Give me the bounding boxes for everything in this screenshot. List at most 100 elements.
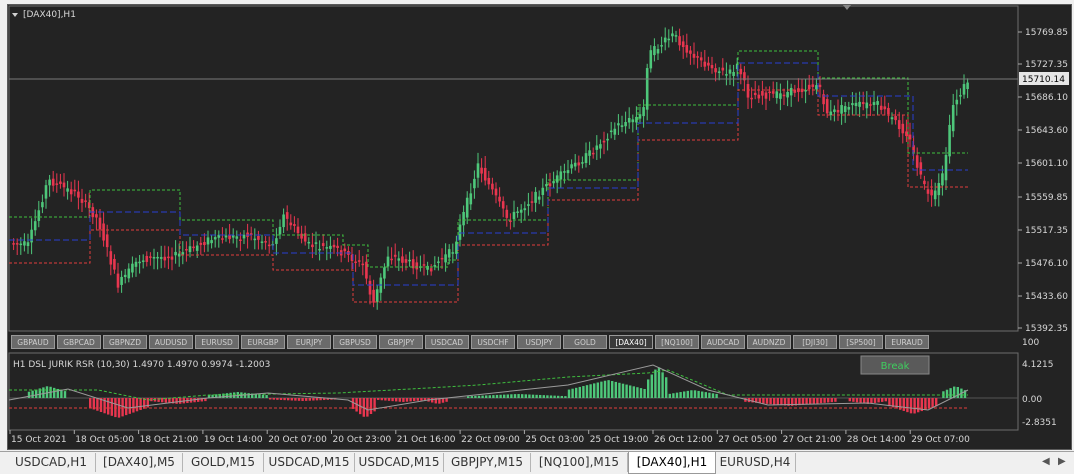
- histogram-bar: [607, 380, 610, 398]
- chart-tab[interactable]: [DAX40],M5: [96, 453, 183, 472]
- histogram-bar: [467, 396, 470, 398]
- histogram-bar: [647, 379, 650, 398]
- histogram-bar: [909, 398, 913, 414]
- chart-tab[interactable]: GBPJPY,M15: [444, 453, 531, 472]
- candle-body: [678, 36, 681, 46]
- time-tick-label: 15 Oct 2021: [11, 435, 67, 445]
- candle-body: [401, 256, 404, 263]
- price-tick-label: 15769.85: [1025, 28, 1068, 38]
- candle-body: [642, 107, 645, 117]
- candle-body: [329, 245, 332, 249]
- tab-scroll-right-icon[interactable]: ▶: [1058, 456, 1066, 467]
- histogram-bar: [485, 395, 488, 398]
- symbol-button-audusd[interactable]: AUDUSD: [149, 335, 193, 349]
- chart-tab[interactable]: [DAX40],H1: [628, 452, 716, 474]
- time-scale: 15 Oct 2021 18 Oct 05:00 18 Oct 21:00 19 Oc…: [9, 430, 970, 445]
- candle-body: [613, 128, 617, 135]
- candle-body: [739, 68, 743, 75]
- candle-body: [447, 249, 451, 258]
- price-chart[interactable]: 15769.85 15727.35 15686.10 15643.60 15601.10…: [8, 5, 1071, 449]
- symbol-button-dax40[interactable]: [DAX40]: [609, 335, 653, 349]
- histogram-bar: [564, 396, 567, 398]
- candle-body: [455, 241, 458, 254]
- symbol-button-gbpcad[interactable]: GBPCAD: [57, 335, 101, 349]
- chart-tab[interactable]: EURUSD,H4: [715, 453, 796, 472]
- histogram-bar: [812, 398, 815, 404]
- candle-body: [159, 257, 163, 259]
- candle-body: [750, 97, 753, 100]
- symbol-button-audnzd[interactable]: AUDNZD: [747, 335, 791, 349]
- chart-tab[interactable]: USDCAD,M15: [264, 453, 355, 472]
- histogram-bar: [63, 391, 67, 398]
- symbol-button-nq100[interactable]: [NQ100]: [655, 335, 699, 349]
- histogram-bar: [402, 398, 405, 402]
- symbol-button-gbpusd[interactable]: GBPUSD: [333, 335, 377, 349]
- candle-body: [516, 211, 519, 213]
- symbol-button-dji30[interactable]: [DJI30]: [793, 335, 837, 349]
- candle-body: [901, 123, 905, 134]
- chart-tab[interactable]: [NQ100],M15: [531, 453, 628, 472]
- price-tick-label: 15601.10: [1025, 159, 1068, 169]
- symbol-button-usdjpy[interactable]: USDJPY: [517, 335, 561, 349]
- histogram-bar: [643, 388, 646, 398]
- candle-body: [300, 233, 303, 239]
- candle-body: [786, 92, 789, 98]
- time-tick-label: 26 Oct 12:00: [654, 435, 713, 445]
- candle-body: [519, 209, 523, 213]
- candle-body: [480, 167, 483, 174]
- histogram-bar: [873, 398, 877, 403]
- chart-window[interactable]: 15769.85 15727.35 15686.10 15643.60 15601.10…: [7, 4, 1072, 450]
- candle-body: [37, 210, 41, 221]
- histogram-bar: [701, 391, 704, 398]
- symbol-button-usdchf[interactable]: USDCHF: [471, 335, 515, 349]
- histogram-bar: [675, 392, 679, 398]
- chart-menu-arrow-icon[interactable]: [12, 13, 18, 17]
- histogram-bar: [128, 398, 131, 414]
- candle-body: [415, 262, 419, 270]
- symbol-button-gold[interactable]: GOLD: [563, 335, 607, 349]
- time-tick-label: 18 Oct 05:00: [75, 435, 134, 445]
- chart-tab[interactable]: USDCAD,M15: [355, 453, 444, 472]
- candle-body: [635, 116, 638, 123]
- histogram-bar: [621, 383, 625, 398]
- histogram-bar: [773, 398, 776, 405]
- symbol-button-eurusd[interactable]: EURUSD: [195, 335, 239, 349]
- candle-body: [213, 237, 217, 240]
- candle-body: [865, 102, 869, 109]
- histogram-bar: [585, 385, 589, 398]
- candle-body: [509, 220, 512, 223]
- symbol-button-sp500[interactable]: [SP500]: [839, 335, 883, 349]
- histogram-bar: [297, 398, 301, 401]
- symbol-button-gbpaud[interactable]: GBPAUD: [11, 335, 55, 349]
- chart-tab-bar: USDCAD,H1 [DAX40],M5 GOLD,M15 USDCAD,M15 USD…: [0, 451, 1074, 474]
- candle-body: [260, 241, 264, 243]
- symbol-button-eurjpy[interactable]: EURJPY: [287, 335, 331, 349]
- symbol-button-bar: GBPAUD GBPCAD GBPNZD AUDUSD EURUSD EURGBP EURJ…: [11, 335, 1019, 350]
- time-tick-label: 20 Oct 07:00: [268, 435, 327, 445]
- tab-scroll-left-icon[interactable]: ◀: [1042, 456, 1050, 467]
- histogram-bar: [855, 398, 859, 403]
- candle-body: [703, 61, 707, 67]
- histogram-bar: [391, 398, 394, 402]
- symbol-button-audcad[interactable]: AUDCAD: [701, 335, 745, 349]
- histogram-bar: [229, 392, 232, 398]
- candle-body: [710, 65, 714, 69]
- symbol-button-eurgbp[interactable]: EURGBP: [241, 335, 285, 349]
- histogram-bar: [571, 388, 574, 398]
- chart-shift-marker[interactable]: [843, 5, 851, 10]
- candle-body: [775, 91, 779, 99]
- histogram-bar: [560, 395, 563, 398]
- histogram-bar: [589, 384, 592, 398]
- chart-tab[interactable]: USDCAD,H1: [7, 453, 96, 472]
- histogram-bar: [881, 398, 884, 402]
- symbol-button-euraud[interactable]: EURAUD: [885, 335, 929, 349]
- histogram-bar: [614, 381, 617, 398]
- candle-body: [847, 107, 851, 110]
- histogram-bar: [517, 394, 520, 398]
- histogram-bar: [625, 384, 628, 398]
- symbol-button-usdcad[interactable]: USDCAD: [425, 335, 469, 349]
- symbol-button-gbpnzd[interactable]: GBPNZD: [103, 335, 147, 349]
- candle-body: [631, 119, 635, 123]
- chart-tab[interactable]: GOLD,M15: [183, 453, 264, 472]
- symbol-button-gbpjpy[interactable]: GBPJPY: [379, 335, 423, 349]
